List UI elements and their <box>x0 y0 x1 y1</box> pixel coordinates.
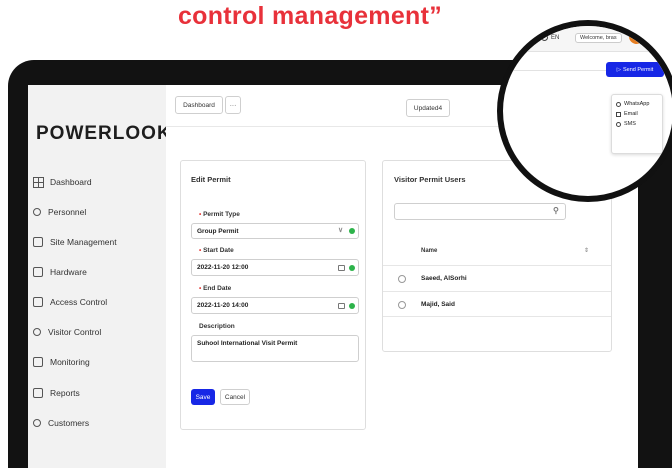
description-value: Suhool International Visit Permit <box>197 340 298 347</box>
sidebar-item-monitoring[interactable]: Monitoring <box>33 355 90 369</box>
valid-check-icon <box>349 228 355 234</box>
logo: POWERLOOK <box>36 123 172 144</box>
end-date-value: 2022-11-20 14:00 <box>197 302 249 309</box>
visitor-icon <box>33 328 41 336</box>
sidebar-item-access-control[interactable]: Access Control <box>33 295 107 309</box>
sidebar: POWERLOOK Dashboard Personnel Site Manag… <box>28 85 171 468</box>
share-option-email[interactable]: Email <box>616 111 638 117</box>
sms-icon <box>616 121 621 127</box>
access-icon <box>33 297 43 307</box>
edit-permit-card: Edit Permit • Permit Type Group Permit ∨… <box>180 160 366 430</box>
sidebar-item-visitor-control[interactable]: Visitor Control <box>33 325 101 339</box>
permit-type-select[interactable]: Group Permit ∨ <box>191 223 359 239</box>
site-icon <box>33 237 43 247</box>
breadcrumb-dashboard[interactable]: Dashboard <box>175 96 223 114</box>
end-date-label-text: End Date <box>203 285 232 292</box>
sort-icon[interactable]: ⇕ <box>584 247 589 254</box>
visitor-name: Saeed, AlSorhi <box>421 275 467 282</box>
sidebar-item-label: Personnel <box>48 207 87 217</box>
report-icon <box>33 388 43 398</box>
sidebar-item-label: Site Management <box>50 237 117 247</box>
person-icon <box>33 208 41 216</box>
welcome-user[interactable]: Welcome, bras <box>575 33 622 43</box>
end-date-field[interactable]: 2022-11-20 14:00 <box>191 297 359 314</box>
calendar-icon[interactable] <box>338 265 345 271</box>
start-date-label-text: Start Date <box>203 247 234 254</box>
share-option-sms[interactable]: SMS <box>616 121 636 127</box>
hardware-icon <box>33 267 43 277</box>
monitor-icon <box>33 357 43 367</box>
description-label: Description <box>199 323 235 330</box>
share-option-label: Email <box>624 111 638 117</box>
visitor-search-input[interactable]: ⚲ <box>394 203 566 220</box>
required-mark: • <box>199 247 202 254</box>
row-radio[interactable] <box>398 301 406 309</box>
sidebar-item-label: Visitor Control <box>48 327 102 337</box>
share-menu: WhatsApp Email SMS <box>611 94 663 154</box>
send-permit-label: Send Permit <box>622 66 654 73</box>
language-switch[interactable]: EN <box>541 34 559 41</box>
sidebar-item-personnel[interactable]: Personnel <box>33 205 86 219</box>
sidebar-item-label: Dashboard <box>50 177 92 187</box>
edit-permit-title: Edit Permit <box>191 175 231 184</box>
required-mark: • <box>199 285 202 292</box>
search-icon: ⚲ <box>553 206 559 215</box>
start-date-label: • Start Date <box>199 247 234 254</box>
description-textarea[interactable]: Suhool International Visit Permit <box>191 335 359 362</box>
updated-button[interactable]: Updated4 <box>406 99 450 117</box>
email-icon <box>616 111 621 117</box>
zoom-magnifier: EN Welcome, bras ▷ Send Permit WhatsApp … <box>497 20 672 202</box>
sidebar-item-label: Reports <box>50 388 80 398</box>
end-date-label: • End Date <box>199 285 231 292</box>
row-radio[interactable] <box>398 275 406 283</box>
sidebar-item-dashboard[interactable]: Dashboard <box>33 175 92 189</box>
sidebar-item-reports[interactable]: Reports <box>33 386 80 400</box>
share-option-label: WhatsApp <box>624 101 650 107</box>
share-option-whatsapp[interactable]: WhatsApp <box>616 101 649 107</box>
calendar-icon[interactable] <box>338 303 345 309</box>
send-permit-button[interactable]: ▷ Send Permit <box>606 62 664 77</box>
avatar[interactable] <box>629 29 644 44</box>
language-label: EN <box>551 34 560 41</box>
sidebar-item-label: Customers <box>48 418 90 428</box>
column-header-name[interactable]: Name <box>421 248 437 254</box>
start-date-value: 2022-11-20 12:00 <box>197 264 249 271</box>
valid-check-icon <box>349 303 355 309</box>
sidebar-item-hardware[interactable]: Hardware <box>33 265 87 279</box>
sidebar-item-label: Access Control <box>50 297 108 307</box>
sidebar-item-label: Hardware <box>50 267 87 277</box>
permit-type-label-text: Permit Type <box>203 211 240 218</box>
sidebar-item-label: Monitoring <box>50 357 90 367</box>
start-date-field[interactable]: 2022-11-20 12:00 <box>191 259 359 276</box>
headline: control management” <box>177 2 443 30</box>
table-row[interactable]: Saeed, AlSorhi <box>383 265 611 291</box>
share-option-label: SMS <box>624 121 636 127</box>
whatsapp-icon <box>616 101 621 107</box>
customers-icon <box>33 419 41 427</box>
required-mark: • <box>199 211 202 218</box>
sidebar-item-customers[interactable]: Customers <box>33 416 89 430</box>
table-row[interactable]: Majid, Said <box>383 291 611 317</box>
cancel-button[interactable]: Cancel <box>220 389 250 405</box>
save-button[interactable]: Save <box>191 389 215 405</box>
chevron-down-icon: ∨ <box>338 227 344 234</box>
globe-icon <box>541 34 548 41</box>
send-icon: ▷ <box>616 66 621 73</box>
sidebar-item-site-management[interactable]: Site Management <box>33 235 117 249</box>
visitor-name: Majid, Said <box>421 301 455 308</box>
grid-icon <box>33 177 43 187</box>
valid-check-icon <box>349 265 355 271</box>
permit-type-value: Group Permit <box>197 227 239 235</box>
visitor-permit-users-title: Visitor Permit Users <box>394 175 466 184</box>
permit-type-label: • Permit Type <box>199 211 240 218</box>
more-button[interactable]: ··· <box>225 96 241 114</box>
